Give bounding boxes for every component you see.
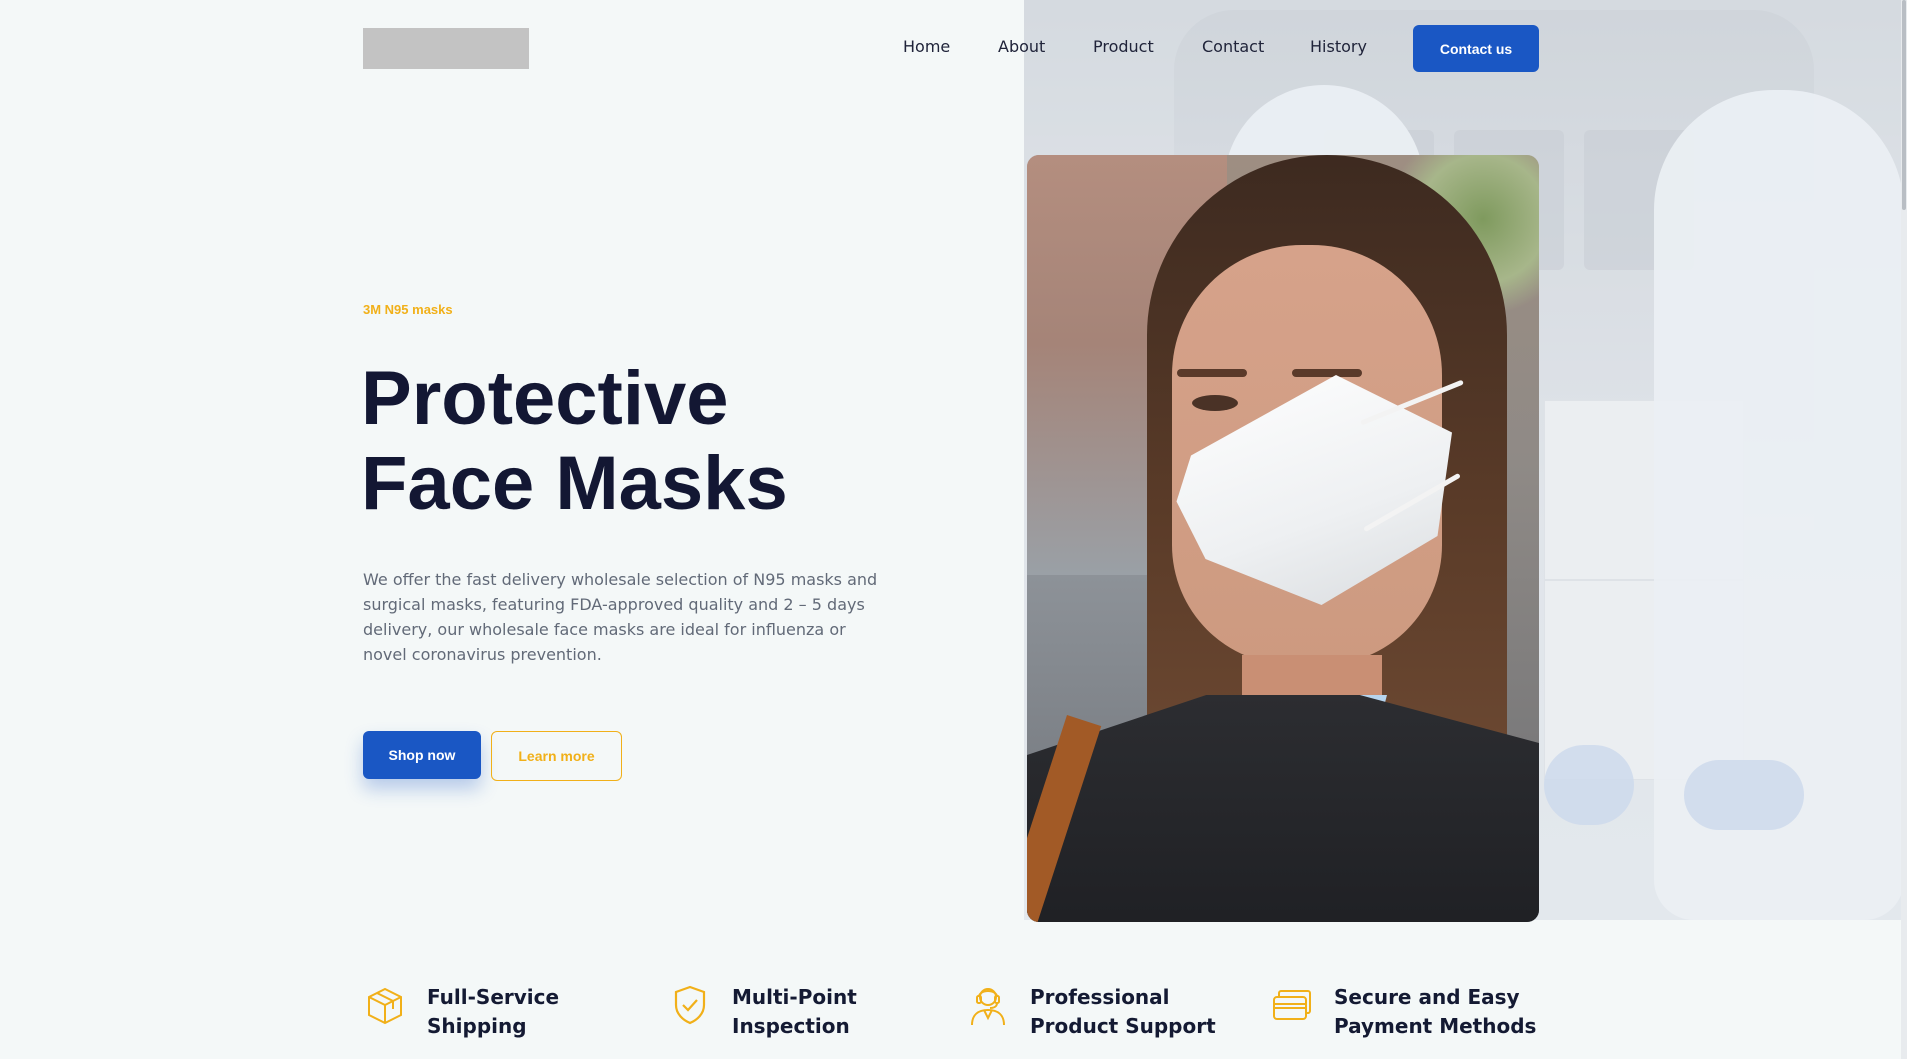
learn-more-button[interactable]: Learn more: [491, 731, 622, 781]
feature-payment: Secure and Easy Payment Methods: [1270, 983, 1536, 1043]
nav-link-history[interactable]: History: [1310, 37, 1367, 56]
hero-title-line2: Face Masks: [361, 441, 788, 526]
feature-title-line2: Inspection: [732, 1014, 850, 1038]
contact-us-button[interactable]: Contact us: [1413, 25, 1539, 72]
hero-description: We offer the fast delivery wholesale sel…: [363, 570, 878, 664]
nav-link-about[interactable]: About: [998, 37, 1045, 56]
scrollbar-thumb[interactable]: [1902, 0, 1906, 210]
hero-title-line1: Protective: [361, 356, 729, 441]
package-icon: [363, 983, 407, 1027]
hero-photo-woman-with-mask: [1027, 155, 1539, 922]
credit-card-icon: [1270, 983, 1314, 1027]
nav-link-contact[interactable]: Contact: [1202, 37, 1264, 56]
feature-title-line1: Multi-Point: [732, 985, 857, 1009]
feature-title-line1: Professional: [1030, 985, 1170, 1009]
feature-title-line2: Product Support: [1030, 1014, 1216, 1038]
feature-title-line1: Full-Service: [427, 985, 560, 1009]
shield-check-icon: [668, 983, 712, 1027]
feature-shipping: Full-Service Shipping: [363, 983, 559, 1043]
hero-eyebrow: 3M N95 masks: [363, 302, 453, 317]
nav-link-product[interactable]: Product: [1093, 37, 1154, 56]
support-agent-icon: [966, 983, 1010, 1027]
shop-now-button[interactable]: Shop now: [363, 731, 481, 779]
feature-support: Professional Product Support: [966, 983, 1216, 1043]
feature-title-line1: Secure and Easy: [1334, 985, 1520, 1009]
nav-link-home[interactable]: Home: [903, 37, 950, 56]
feature-inspection: Multi-Point Inspection: [668, 983, 857, 1043]
feature-title-line2: Shipping: [427, 1014, 527, 1038]
feature-title-line2: Payment Methods: [1334, 1014, 1537, 1038]
logo-placeholder[interactable]: [363, 28, 529, 69]
hero-title: Protective Face Masks: [361, 356, 881, 526]
